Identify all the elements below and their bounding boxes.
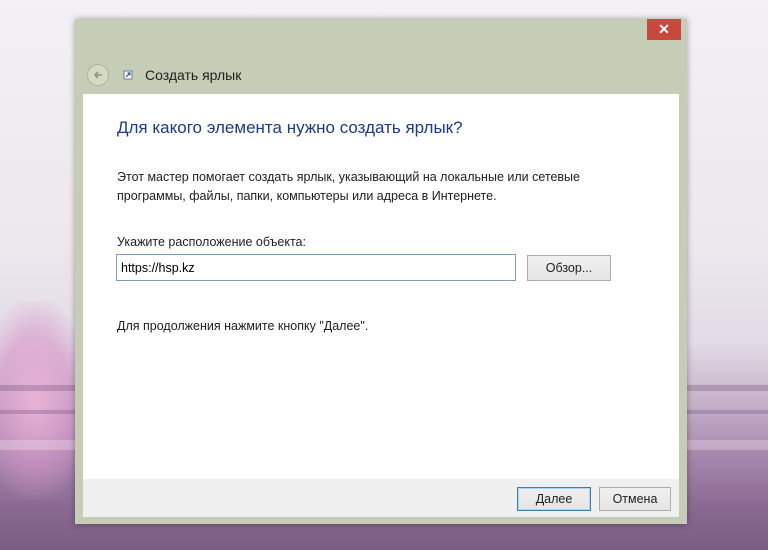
close-icon: ✕ — [658, 21, 670, 37]
continue-hint: Для продолжения нажмите кнопку "Далее". — [117, 319, 369, 333]
location-input[interactable] — [116, 254, 516, 281]
page-title: Для какого элемента нужно создать ярлык? — [117, 118, 463, 137]
shortcut-icon — [123, 70, 133, 80]
browse-button[interactable]: Обзор... — [527, 255, 611, 281]
location-label: Укажите расположение объекта: — [117, 235, 306, 249]
title-bar: Создать ярлык — [75, 57, 687, 93]
cancel-button[interactable]: Отмена — [599, 487, 671, 511]
wizard-content: Для какого элемента нужно создать ярлык?… — [83, 94, 679, 479]
wizard-description: Этот мастер помогает создать ярлык, указ… — [117, 170, 580, 203]
close-button[interactable]: ✕ — [647, 19, 681, 40]
next-button[interactable]: Далее — [517, 487, 591, 511]
window-title: Создать ярлык — [145, 67, 242, 83]
back-button[interactable] — [87, 64, 109, 86]
button-bar: Далее Отмена — [83, 479, 679, 517]
back-arrow-icon — [93, 71, 102, 79]
create-shortcut-window: ✕ Создать ярлык Для какого элемента нужн… — [75, 19, 687, 524]
